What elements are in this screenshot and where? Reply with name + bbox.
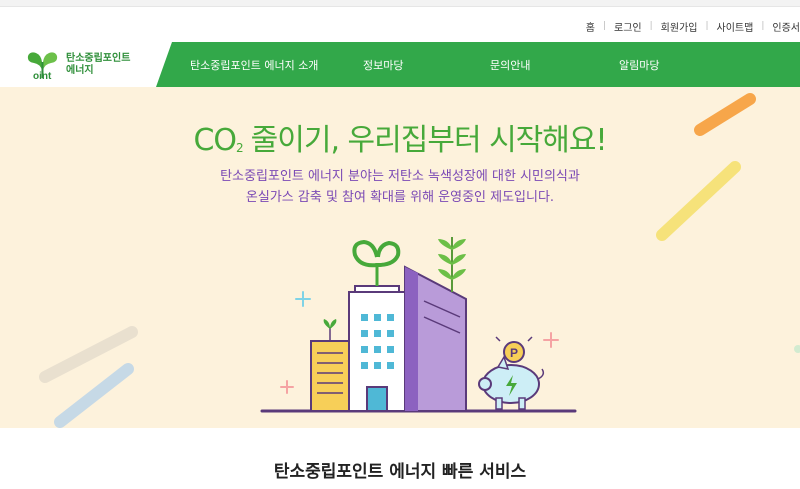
sparkle-icon xyxy=(280,380,294,394)
quick-services-title: 탄소중립포인트 에너지 빠른 서비스 xyxy=(273,462,527,482)
logo-mark-text: oint xyxy=(33,71,52,82)
nav-item-notice[interactable]: 알림마당 xyxy=(619,57,659,73)
yellow-building xyxy=(310,319,350,412)
util-sitemap-link[interactable]: 사이트맵 xyxy=(717,19,754,34)
hero-description-line2: 온실가스 감축 및 참여 확대를 위해 운영중인 제도입니다. xyxy=(245,190,555,205)
logo-text: 탄소중립포인트 에너지 xyxy=(66,53,130,77)
plant-icon xyxy=(438,237,466,292)
util-login-link[interactable]: 로그인 xyxy=(614,19,642,34)
util-divider: | xyxy=(705,21,709,31)
hero-description-line1: 탄소중립포인트 에너지 분야는 저탄소 녹색성장에 대한 시민의식과 xyxy=(220,169,580,184)
coin-icon: P xyxy=(495,336,533,363)
purple-building xyxy=(404,265,467,412)
utility-nav: 홈 | 로그인 | 회원가입 | 사이트맵 | 인증서 xyxy=(586,18,800,34)
hero-title: CO2 줄이기, 우리집부터 시작해요! xyxy=(0,115,800,159)
sprout-icon xyxy=(352,239,401,286)
top-strip xyxy=(0,0,800,7)
util-divider: | xyxy=(602,21,607,31)
sparkle-icon xyxy=(543,332,559,348)
clover-logo-icon: oint xyxy=(27,52,58,82)
nav-item-about[interactable]: 탄소중립포인트 에너지 소개 xyxy=(190,57,318,73)
site-logo[interactable]: oint 탄소중립포인트 에너지 xyxy=(24,47,154,83)
site-header: 탄소중립포인트 에너지 소개 정보마당 문의안내 알림마당 oint 탄소중립포… xyxy=(0,42,800,87)
hero-title-prefix: CO xyxy=(193,123,237,158)
hero-banner: P CO2 줄이기, 우리집부터 시작해요! 탄소중립포인트 에너지 분야는 저탄… xyxy=(0,87,800,428)
util-divider: | xyxy=(649,21,653,31)
nav-item-contact[interactable]: 문의안내 xyxy=(490,57,530,73)
util-home-link[interactable]: 홈 xyxy=(586,19,595,34)
util-signup-link[interactable]: 회원가입 xyxy=(661,19,698,34)
logo-line1: 탄소중립포인트 xyxy=(66,53,131,64)
util-divider: | xyxy=(761,21,765,31)
logo-line2: 에너지 xyxy=(66,65,94,76)
white-building xyxy=(348,285,406,412)
blue-stripe-deco xyxy=(54,363,134,428)
coin-label: P xyxy=(510,346,518,360)
dot-deco xyxy=(794,345,800,353)
sparkle-icon xyxy=(295,291,311,307)
piggy-bank-icon xyxy=(478,355,545,410)
nav-item-info[interactable]: 정보마당 xyxy=(363,57,403,73)
quick-services-section: 탄소중립포인트 에너지 빠른 서비스 xyxy=(0,428,800,489)
util-certificate-link[interactable]: 인증서 xyxy=(772,19,800,34)
hero-title-rest: 줄이기, 우리집부터 시작해요! xyxy=(250,123,608,158)
hero-title-subscript: 2 xyxy=(236,141,244,155)
